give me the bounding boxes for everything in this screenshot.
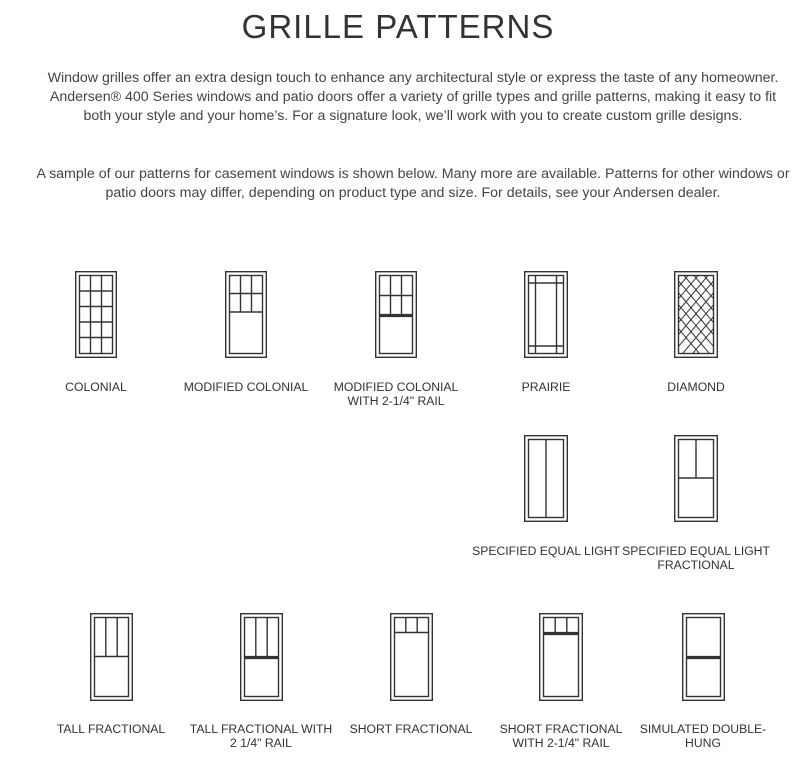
prairie-window-icon bbox=[523, 271, 568, 358]
diamond-window-icon bbox=[673, 271, 718, 358]
simulated-double-hung-window-icon bbox=[681, 613, 725, 701]
pattern-label: PRAIRIE bbox=[521, 380, 571, 394]
pattern-label: TALL FRACTIONAL WITH 2 1/4" RAIL bbox=[189, 722, 333, 750]
modified-colonial-window-icon bbox=[224, 271, 267, 358]
page-title: GRILLE PATTERNS bbox=[241, 8, 555, 45]
short-fractional-window-icon bbox=[389, 613, 433, 701]
short-fractional-rail-window-icon bbox=[538, 613, 583, 701]
pattern-label: TALL FRACTIONAL bbox=[56, 722, 166, 736]
tall-fractional-window-icon bbox=[89, 613, 133, 701]
pattern-label: SHORT FRACTIONAL WITH 2-1/4" RAIL bbox=[499, 722, 623, 750]
pattern-label: SHORT FRACTIONAL bbox=[349, 722, 473, 736]
pattern-label: MODIFIED COLONIAL bbox=[183, 380, 309, 394]
pattern-label: SPECIFIED EQUAL LIGHT bbox=[472, 544, 620, 558]
specified-equal-light-fractional-window-icon bbox=[673, 435, 718, 522]
specified-equal-light-window-icon bbox=[523, 435, 568, 522]
pattern-label: DIAMOND bbox=[667, 380, 725, 394]
tall-fractional-rail-window-icon bbox=[239, 613, 283, 701]
modified-colonial-rail-window-icon bbox=[374, 271, 417, 358]
pattern-label: COLONIAL bbox=[65, 380, 127, 394]
colonial-window-icon bbox=[74, 271, 117, 358]
pattern-label: SPECIFIED EQUAL LIGHT FRACTIONAL bbox=[622, 544, 770, 572]
pattern-label: MODIFIED COLONIAL WITH 2-1/4" RAIL bbox=[333, 380, 459, 408]
casement-note-paragraph: A sample of our patterns for casement wi… bbox=[36, 166, 790, 201]
pattern-label: SIMULATED DOUBLE-HUNG bbox=[639, 722, 767, 750]
intro-paragraph: Window grilles offer an extra design tou… bbox=[47, 70, 779, 124]
